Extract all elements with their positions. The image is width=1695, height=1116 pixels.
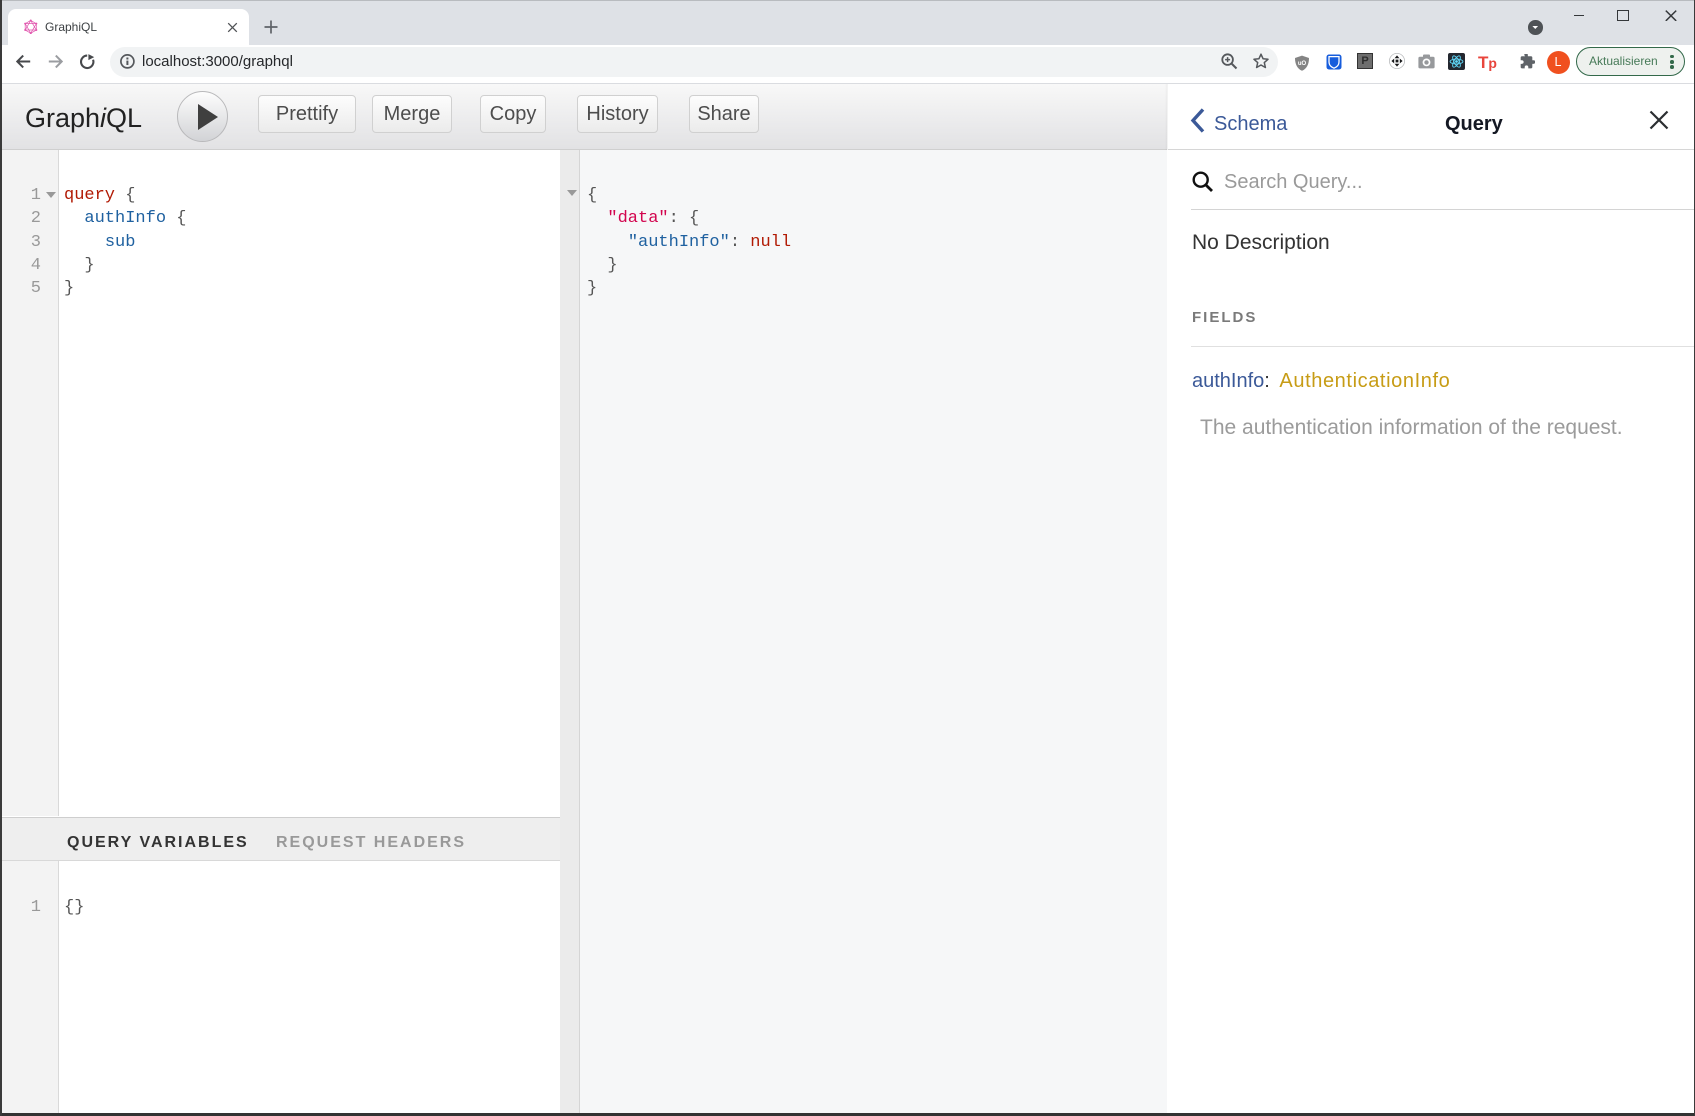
svg-text:uO: uO [1298,60,1307,66]
